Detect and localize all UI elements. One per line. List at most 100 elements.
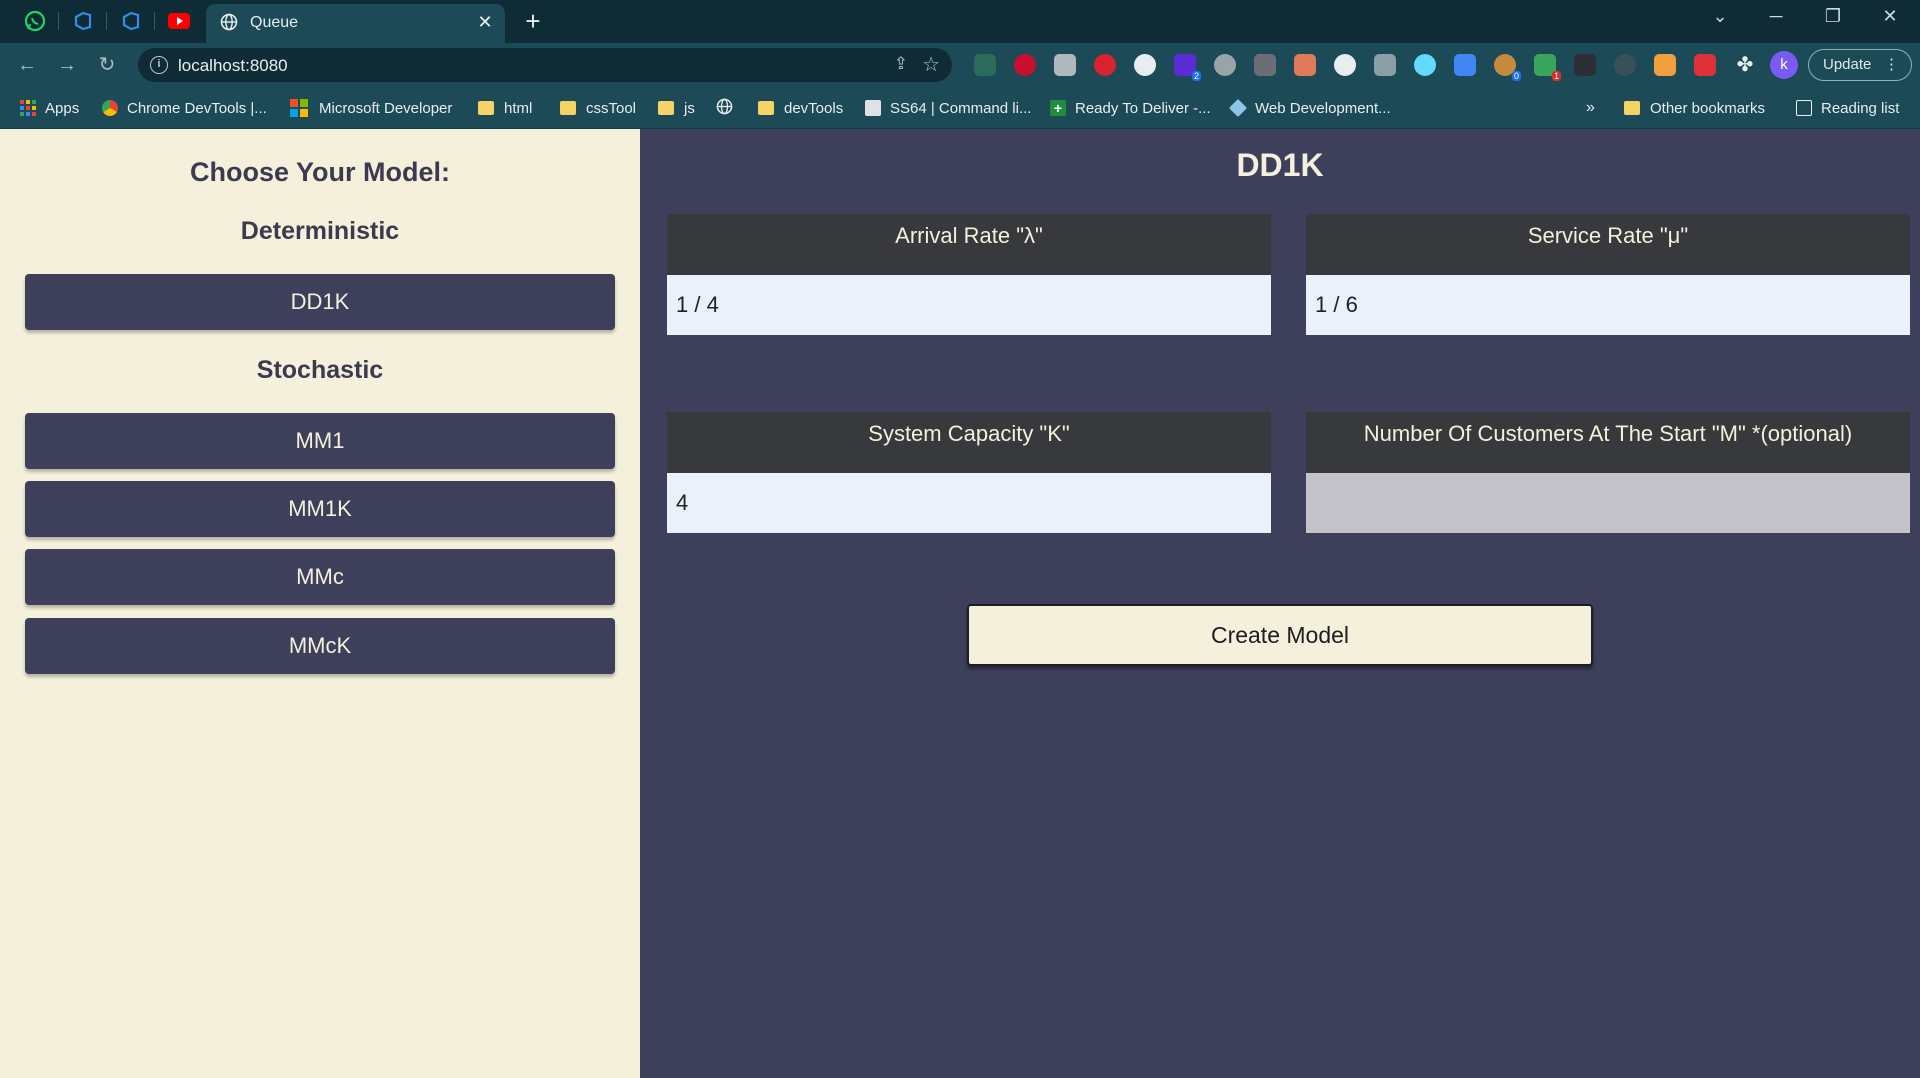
arrival-rate-field: Arrival Rate "λ" bbox=[667, 214, 1271, 335]
microsoft-icon bbox=[290, 99, 308, 117]
tab-title: Queue bbox=[250, 14, 299, 31]
service-rate-field: Service Rate "μ" bbox=[1306, 214, 1910, 335]
bookmark-folder-devtools[interactable]: devTools bbox=[758, 97, 843, 119]
bookmark-label: devTools bbox=[784, 99, 844, 117]
extension-icon[interactable] bbox=[1574, 54, 1596, 76]
initial-customers-label: Number Of Customers At The Start "M" *(o… bbox=[1306, 412, 1910, 473]
reading-list-icon bbox=[1796, 100, 1812, 116]
model-button-dd1k[interactable]: DD1K bbox=[25, 274, 615, 330]
bookmark-label: Microsoft Developer bbox=[319, 99, 453, 117]
apps-grid-icon bbox=[20, 100, 36, 116]
globe-icon bbox=[716, 98, 733, 119]
extension-icon[interactable] bbox=[1694, 54, 1716, 76]
initial-customers-field: Number Of Customers At The Start "M" *(o… bbox=[1306, 412, 1910, 533]
new-tab-icon[interactable]: + bbox=[520, 6, 546, 37]
other-bookmarks[interactable]: Other bookmarks bbox=[1624, 97, 1765, 119]
active-tab[interactable]: Queue ✕ bbox=[206, 4, 505, 43]
bookmark-microsoft-developer[interactable]: Microsoft Developer bbox=[290, 97, 452, 119]
shield-extension-icon[interactable] bbox=[1374, 54, 1396, 76]
folder-icon bbox=[560, 101, 576, 115]
deterministic-heading: Deterministic bbox=[240, 217, 400, 245]
extension-icon[interactable]: 1 bbox=[1534, 54, 1561, 81]
service-rate-label: Service Rate "μ" bbox=[1306, 214, 1910, 275]
arrival-rate-input[interactable] bbox=[667, 275, 1271, 335]
bookmark-star-icon[interactable]: ☆ bbox=[922, 52, 940, 77]
update-label: Update bbox=[1823, 56, 1872, 73]
page-title: DD1K bbox=[1236, 147, 1324, 183]
wappalyzer-extension-icon[interactable] bbox=[1334, 54, 1356, 76]
whatsapp-tab-icon[interactable] bbox=[20, 8, 50, 34]
model-button-mmck[interactable]: MMcK bbox=[25, 618, 615, 674]
plus-icon: + bbox=[1050, 100, 1066, 116]
extension-icon[interactable] bbox=[1294, 54, 1316, 76]
bookmark-label: Chrome DevTools |... bbox=[127, 99, 267, 117]
system-capacity-label: System Capacity "K" bbox=[667, 412, 1271, 473]
minimize-icon[interactable]: ─ bbox=[1756, 6, 1796, 27]
bookmark-label: Web Development... bbox=[1255, 99, 1391, 117]
extension-icon[interactable] bbox=[1654, 54, 1676, 76]
model-button-mm1[interactable]: MM1 bbox=[25, 413, 615, 469]
folder-icon bbox=[658, 101, 674, 115]
youtube-extension-icon[interactable] bbox=[1094, 54, 1116, 76]
gear-extension-icon[interactable] bbox=[1214, 54, 1236, 76]
extension-icon[interactable] bbox=[1054, 54, 1076, 76]
back-icon[interactable]: ← bbox=[13, 51, 41, 79]
reading-list[interactable]: Reading list bbox=[1796, 97, 1899, 119]
cookie-extension-icon[interactable]: 0 bbox=[1494, 54, 1521, 81]
model-button-mmc[interactable]: MMc bbox=[25, 549, 615, 605]
react-devtools-icon[interactable] bbox=[1414, 54, 1436, 76]
url-text: localhost:8080 bbox=[178, 56, 288, 75]
folder-icon bbox=[1624, 101, 1640, 115]
puzzle-icon[interactable]: ✤ bbox=[1734, 54, 1756, 76]
reload-icon[interactable]: ↻ bbox=[93, 51, 121, 79]
share-icon[interactable]: ⇪ bbox=[894, 54, 908, 74]
arrival-rate-label: Arrival Rate "λ" bbox=[667, 214, 1271, 275]
youtube-tab-icon[interactable] bbox=[164, 8, 194, 34]
cube-icon bbox=[1228, 98, 1248, 118]
extension-icon[interactable]: 2 bbox=[1174, 54, 1201, 81]
model-button-mm1k[interactable]: MM1K bbox=[25, 481, 615, 537]
menu-dots-icon: ⋮ bbox=[1884, 56, 1899, 73]
close-window-icon[interactable]: ✕ bbox=[1870, 6, 1910, 27]
bookmark-label: Apps bbox=[45, 99, 80, 117]
folder-icon bbox=[758, 101, 774, 115]
reading-list-label: Reading list bbox=[1821, 99, 1900, 117]
page-icon bbox=[865, 100, 881, 116]
model-form-panel: DD1K Arrival Rate "λ" Service Rate "μ" S… bbox=[640, 129, 1920, 1078]
address-bar[interactable]: i localhost:8080 ⇪ ☆ bbox=[138, 48, 952, 82]
bookmark-ready-to-deliver[interactable]: + Ready To Deliver -... bbox=[1050, 97, 1211, 119]
ublock-extension-icon[interactable] bbox=[1014, 54, 1036, 76]
service-rate-input[interactable] bbox=[1306, 275, 1910, 335]
cube-extension-icon[interactable] bbox=[1254, 54, 1276, 76]
bookmark-folder-csstool[interactable]: cssTool bbox=[560, 97, 636, 119]
forward-icon[interactable]: → bbox=[53, 51, 81, 79]
bookmark-ss64[interactable]: SS64 | Command li... bbox=[865, 97, 1031, 119]
bookmark-chrome-devtools[interactable]: Chrome DevTools |... bbox=[102, 97, 267, 119]
initial-customers-input[interactable] bbox=[1306, 473, 1910, 533]
site-info-icon[interactable]: i bbox=[150, 56, 168, 74]
azure-devops-tab-icon[interactable] bbox=[68, 8, 98, 34]
bookmark-apps[interactable]: Apps bbox=[20, 97, 79, 119]
tab-search-icon[interactable]: ⌄ bbox=[1700, 6, 1740, 27]
bookmark-globe[interactable] bbox=[716, 97, 733, 119]
more-bookmarks-icon[interactable]: » bbox=[1586, 97, 1595, 119]
close-tab-icon[interactable]: ✕ bbox=[475, 12, 495, 33]
create-model-button[interactable]: Create Model bbox=[967, 604, 1593, 666]
bookmark-web-development[interactable]: Web Development... bbox=[1228, 97, 1391, 119]
extension-icon[interactable] bbox=[1614, 54, 1636, 76]
bookmark-label: SS64 | Command li... bbox=[890, 99, 1032, 117]
system-capacity-input[interactable] bbox=[667, 473, 1271, 533]
profile-avatar[interactable]: k bbox=[1770, 51, 1798, 79]
colorzilla-extension-icon[interactable] bbox=[1134, 54, 1156, 76]
azure-devops-tab-icon[interactable] bbox=[116, 8, 146, 34]
restore-icon[interactable]: ❐ bbox=[1813, 6, 1853, 27]
monitor-extension-icon[interactable] bbox=[974, 54, 996, 76]
folder-icon bbox=[478, 101, 494, 115]
bookmark-folder-js[interactable]: js bbox=[658, 97, 695, 119]
bookmark-folder-html[interactable]: html bbox=[478, 97, 532, 119]
globe-icon bbox=[220, 13, 238, 36]
stochastic-heading: Stochastic bbox=[256, 356, 384, 384]
translate-extension-icon[interactable] bbox=[1454, 54, 1476, 76]
chrome-icon bbox=[102, 100, 118, 116]
update-button[interactable]: Update ⋮ bbox=[1808, 49, 1912, 81]
